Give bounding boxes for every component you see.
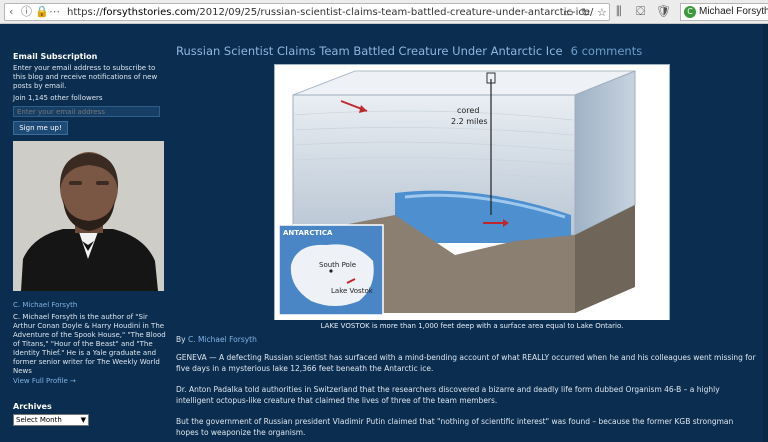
archives-dropdown[interactable]: Select Month ▼ [13,414,89,426]
lake-vostok-diagram: cored 2.2 miles ANTARCTICA South Pole La… [274,64,670,332]
address-bar[interactable]: ‹ ⓘ 🔒 ⋯ https://forsythstories.com/2012/… [4,3,610,21]
post-title[interactable]: Russian Scientist Claims Team Battled Cr… [176,44,642,58]
site-favicon-icon: C [684,6,696,18]
author-photo [13,141,164,291]
email-field[interactable] [13,106,160,117]
info-icon[interactable]: ⓘ [21,5,32,19]
shield-icon[interactable]: 🛡 [656,4,671,19]
reload-icon[interactable]: ↻ [581,6,590,20]
author-name-link[interactable]: C. Michael Forsyth [13,301,77,309]
byline: By C. Michael Forsyth [176,335,257,344]
email-description: Enter your email address to subscribe to… [13,64,158,90]
bookmark-star-icon[interactable]: ☆ [597,6,607,20]
inset-lake-label: Lake Vostok [331,287,374,295]
sync-icon[interactable]: ⛋ [636,4,645,19]
back-arrow-icon[interactable]: ‹ [9,5,13,19]
figure-caption: LAKE VOSTOK is more than 1,000 feet deep… [274,320,670,332]
depth-label: 2.2 miles [451,117,488,126]
pinned-tab[interactable]: C Michael Forsyth W [680,3,768,21]
byline-prefix: By [176,335,186,344]
post-title-text[interactable]: Russian Scientist Claims Team Battled Cr… [176,44,563,58]
byline-author-link[interactable]: C. Michael Forsyth [188,335,257,344]
cored-label: cored [457,106,479,115]
inset-region-label: ANTARCTICA [283,229,333,237]
inset-pole-label: South Pole [319,261,356,269]
lock-icon: 🔒 [35,5,49,18]
library-icon[interactable]: ⫼ [616,4,622,19]
url-text[interactable]: https://forsythstories.com/2012/09/25/ru… [67,6,593,19]
tab-title: Michael Forsyth W [699,6,768,17]
scrollbar[interactable] [763,24,768,442]
archives-heading: Archives [13,402,52,411]
reader-view-icon[interactable]: ▭ [563,6,573,20]
followers-count: Join 1,145 other followers [13,94,103,102]
page-actions-icon[interactable]: ⋯ [49,5,60,19]
view-profile-link[interactable]: View Full Profile → [13,377,76,385]
comments-link[interactable]: 6 comments [571,44,643,58]
article-paragraph: Dr. Anton Padalka told authorities in Sw… [176,385,720,405]
article-paragraph: GENEVA — A defecting Russian scientist h… [176,353,756,373]
article-paragraph: But the government of Russian president … [176,417,734,437]
archives-selected: Select Month [16,416,62,424]
sidebar: Email Subscription Enter your email addr… [0,24,170,442]
sign-up-button[interactable]: Sign me up! [13,121,68,135]
email-heading: Email Subscription [13,52,98,61]
chevron-down-icon: ▼ [80,416,86,424]
author-bio: C. Michael Forsyth is the author of "Sir… [13,313,166,375]
browser-toolbar: ‹ ⓘ 🔒 ⋯ https://forsythstories.com/2012/… [0,0,768,24]
